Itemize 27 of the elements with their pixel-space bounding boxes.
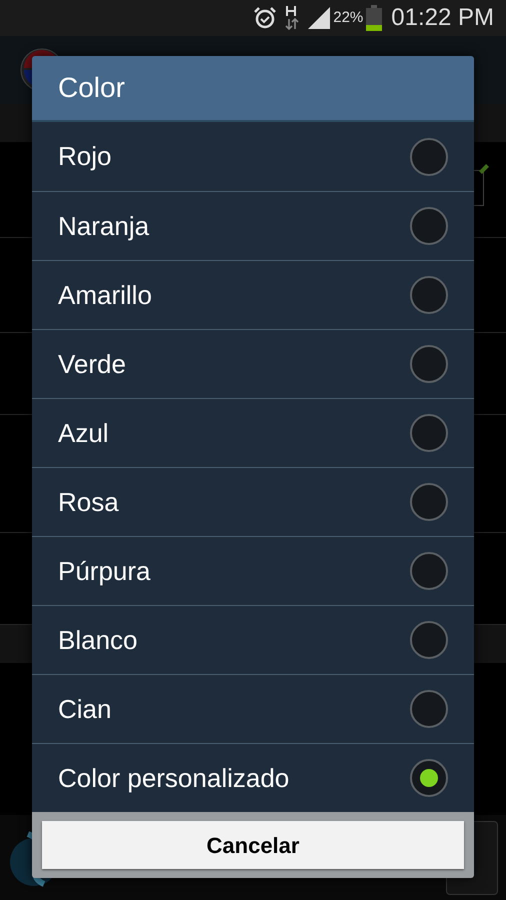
radio-button[interactable]	[410, 414, 448, 452]
battery-percentage: 22%	[333, 8, 364, 28]
clock-time: 01:22 PM	[391, 3, 494, 33]
color-option[interactable]: Naranja	[32, 191, 474, 260]
color-option[interactable]: Cian	[32, 674, 474, 743]
color-option[interactable]: Rojo	[32, 122, 474, 191]
dialog-title: Color	[32, 56, 474, 122]
radio-button[interactable]	[410, 345, 448, 383]
color-option[interactable]: Azul	[32, 398, 474, 467]
radio-button[interactable]	[410, 276, 448, 314]
cancel-button[interactable]: Cancelar	[42, 821, 464, 869]
color-option[interactable]: Verde	[32, 329, 474, 398]
radio-button[interactable]	[410, 552, 448, 590]
radio-button[interactable]	[410, 483, 448, 521]
radio-button[interactable]	[410, 759, 448, 797]
radio-button[interactable]	[410, 138, 448, 176]
color-option[interactable]: Blanco	[32, 605, 474, 674]
radio-button[interactable]	[410, 207, 448, 245]
signal-icon	[307, 6, 332, 30]
radio-button[interactable]	[410, 621, 448, 659]
color-option[interactable]: Amarillo	[32, 260, 474, 329]
color-option[interactable]: Rosa	[32, 467, 474, 536]
radio-button[interactable]	[410, 690, 448, 728]
color-option[interactable]: Púrpura	[32, 536, 474, 605]
battery-icon	[365, 5, 384, 31]
hspa-data-icon	[285, 5, 300, 31]
alarm-clock-icon	[253, 6, 278, 30]
